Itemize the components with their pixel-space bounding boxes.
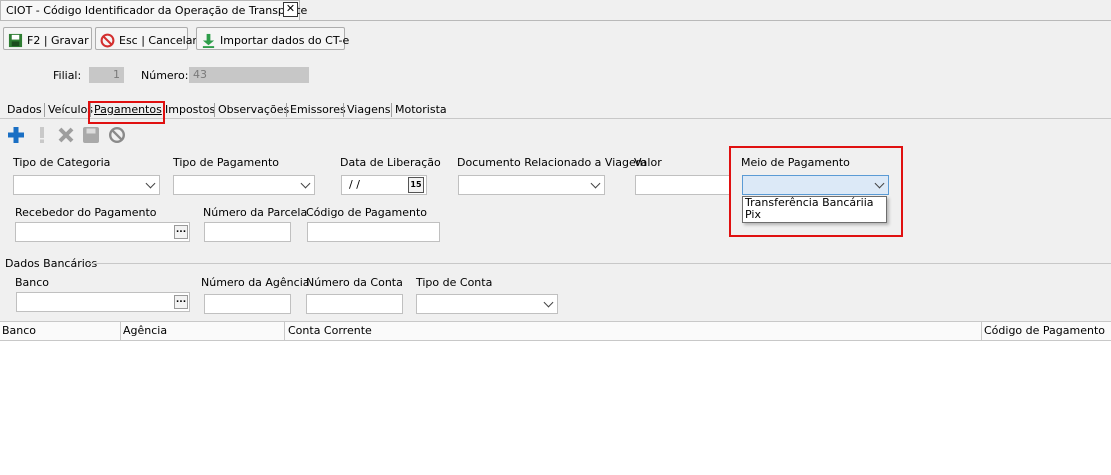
- save-button[interactable]: F2 | Gravar: [3, 27, 92, 50]
- data-liberacao-label: Data de Liberação: [340, 156, 441, 169]
- meio-pagamento-highlight: [729, 146, 903, 237]
- tab-impostos[interactable]: Impostos: [162, 103, 218, 118]
- banco-field[interactable]: ...: [16, 292, 190, 312]
- calendar-icon[interactable]: 15: [408, 177, 424, 193]
- cancel-icon[interactable]: [108, 126, 126, 144]
- numero-label: Número:: [141, 69, 189, 82]
- cancel-icon: [100, 33, 115, 47]
- title-divider: [0, 20, 1111, 21]
- cancel-button[interactable]: Esc | Cancelar: [95, 27, 197, 50]
- conta-label: Número da Conta: [306, 276, 403, 289]
- grid-column-agencia[interactable]: Agência: [123, 324, 167, 337]
- valor-label: Valor: [634, 156, 662, 169]
- codigo-pagamento-field[interactable]: [307, 222, 440, 242]
- import-cte-button[interactable]: Importar dados do CT-e: [196, 27, 349, 50]
- banco-label: Banco: [15, 276, 50, 289]
- valor-field[interactable]: [635, 175, 731, 195]
- add-icon[interactable]: [7, 126, 25, 144]
- conta-field[interactable]: [306, 294, 403, 314]
- download-icon: [202, 33, 215, 48]
- document-tab[interactable]: CIOT - Código Identificador da Operação …: [0, 0, 307, 20]
- grid-body[interactable]: [0, 341, 1111, 475]
- section-divider: [88, 263, 1111, 264]
- chevron-down-icon: [543, 297, 554, 308]
- tab-emissores[interactable]: Emissores: [287, 103, 349, 118]
- banco-lookup-button[interactable]: ...: [174, 295, 188, 309]
- chevron-down-icon: [145, 178, 156, 189]
- grid-column-banco[interactable]: Banco: [2, 324, 36, 337]
- grid-column-separator: [284, 322, 285, 340]
- agencia-field[interactable]: [204, 294, 291, 314]
- tab-motorista[interactable]: Motorista: [392, 103, 450, 118]
- recebedor-label: Recebedor do Pagamento: [15, 206, 157, 219]
- documento-label: Documento Relacionado a Viagem: [457, 156, 647, 169]
- tipo-pagamento-label: Tipo de Pagamento: [173, 156, 279, 169]
- recebedor-lookup-button[interactable]: ...: [174, 225, 188, 239]
- tipo-conta-label: Tipo de Conta: [416, 276, 493, 289]
- numero-field: 43: [189, 67, 309, 83]
- tab-dados[interactable]: Dados: [4, 103, 45, 118]
- document-tab-title: CIOT - Código Identificador da Operação …: [6, 4, 308, 17]
- codigo-pagamento-label: Código de Pagamento: [306, 206, 428, 219]
- grid-column-separator: [120, 322, 121, 340]
- filial-label: Filial:: [53, 69, 82, 82]
- numero-parcela-label: Número da Parcela: [203, 206, 308, 219]
- data-liberacao-value: / /: [349, 178, 360, 191]
- tipo-pagamento-select[interactable]: [173, 175, 315, 195]
- tipo-categoria-label: Tipo de Categoria: [13, 156, 111, 169]
- documento-select[interactable]: [458, 175, 605, 195]
- data-liberacao-field[interactable]: / / 15: [341, 175, 427, 195]
- floppy-icon[interactable]: [82, 126, 100, 144]
- tipo-conta-select[interactable]: [416, 294, 558, 314]
- chevron-down-icon: [590, 178, 601, 189]
- exclamation-icon[interactable]: [33, 126, 51, 144]
- filial-field: 1: [89, 67, 124, 83]
- grid-column-codigo-pagamento[interactable]: Código de Pagamento: [984, 324, 1105, 337]
- delete-icon[interactable]: [57, 126, 75, 144]
- pagamentos-highlight: [88, 101, 165, 124]
- tab-viagens[interactable]: Viagens: [344, 103, 394, 118]
- tab-observacoes[interactable]: Observações: [215, 103, 292, 118]
- cancel-button-label: Esc | Cancelar: [119, 33, 197, 47]
- chevron-down-icon: [300, 178, 311, 189]
- agencia-label: Número da Agência: [201, 276, 310, 289]
- tipo-categoria-select[interactable]: [13, 175, 160, 195]
- save-button-label: F2 | Gravar: [27, 33, 89, 47]
- numero-parcela-field[interactable]: [204, 222, 291, 242]
- import-cte-button-label: Importar dados do CT-e: [220, 33, 350, 47]
- floppy-icon: [8, 33, 23, 47]
- grid-column-conta-corrente[interactable]: Conta Corrente: [288, 324, 372, 337]
- close-tab-button[interactable]: ✕: [283, 2, 298, 17]
- recebedor-field[interactable]: ...: [15, 222, 190, 242]
- grid-column-separator: [981, 322, 982, 340]
- dados-bancarios-label: Dados Bancários: [5, 257, 98, 270]
